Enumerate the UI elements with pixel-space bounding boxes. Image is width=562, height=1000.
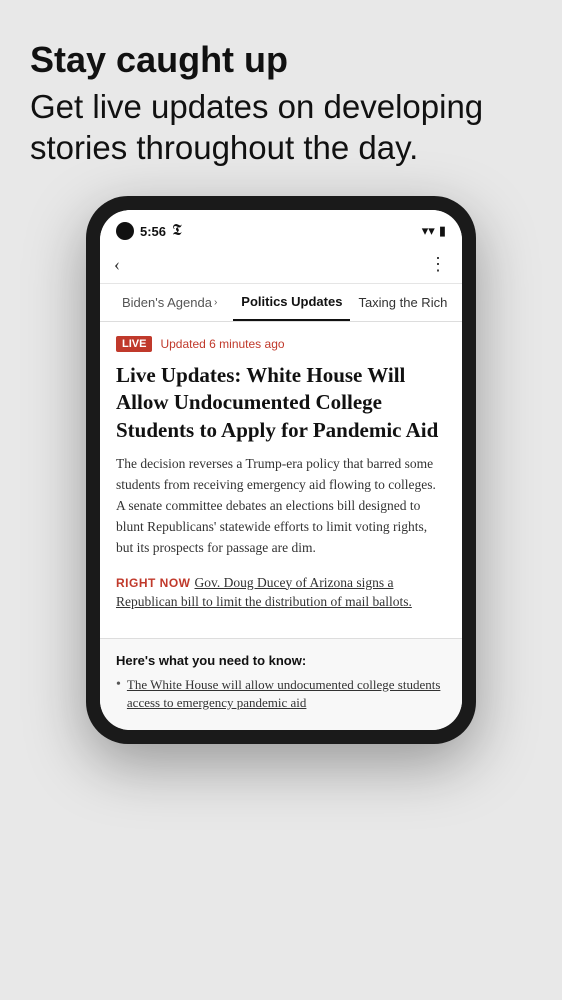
headline-subtitle: Get live updates on developing stories t… bbox=[30, 86, 532, 169]
tab-price[interactable]: $4 bbox=[455, 284, 462, 321]
tab-taxing-rich-label: Taxing the Rich bbox=[358, 295, 447, 310]
tab-politics-updates[interactable]: Politics Updates bbox=[233, 284, 350, 321]
article-body: The decision reverses a Trump-era policy… bbox=[116, 454, 446, 559]
live-badge-row: LIVE Updated 6 minutes ago bbox=[116, 336, 446, 352]
chevron-icon: › bbox=[214, 297, 217, 308]
wifi-icon: ▾▾ bbox=[422, 223, 435, 239]
status-dot bbox=[116, 222, 134, 240]
article-content: LIVE Updated 6 minutes ago Live Updates:… bbox=[100, 322, 462, 638]
updated-text: Updated 6 minutes ago bbox=[160, 337, 284, 351]
tab-politics-updates-label: Politics Updates bbox=[241, 294, 342, 309]
status-right: ▾▾ ▮ bbox=[422, 223, 446, 239]
article-headline[interactable]: Live Updates: White House Will Allow Und… bbox=[116, 362, 446, 444]
tab-bidens-agenda-label: Biden's Agenda bbox=[122, 295, 212, 310]
need-to-know-item-text[interactable]: The White House will allow undocumented … bbox=[127, 676, 446, 712]
battery-icon: ▮ bbox=[439, 223, 446, 239]
more-button[interactable]: ⋮ bbox=[429, 254, 448, 275]
nyt-logo-icon: 𝕿 bbox=[172, 222, 182, 240]
bullet-icon: • bbox=[116, 677, 121, 693]
phone-screen: 5:56 𝕿 ▾▾ ▮ ‹ ⋮ Biden's Agenda › bbox=[100, 210, 462, 730]
nav-bar: ‹ ⋮ bbox=[100, 248, 462, 284]
tab-bar: Biden's Agenda › Politics Updates Taxing… bbox=[100, 284, 462, 322]
back-button[interactable]: ‹ bbox=[114, 254, 120, 275]
status-left: 5:56 𝕿 bbox=[116, 222, 182, 240]
need-to-know-title: Here's what you need to know: bbox=[116, 653, 446, 668]
phone-frame: 5:56 𝕿 ▾▾ ▮ ‹ ⋮ Biden's Agenda › bbox=[86, 196, 476, 744]
right-now-label: RIGHT NOW bbox=[116, 576, 191, 590]
page-wrapper: Stay caught up Get live updates on devel… bbox=[0, 0, 562, 1000]
tab-bidens-agenda[interactable]: Biden's Agenda › bbox=[114, 284, 225, 321]
need-to-know-item: • The White House will allow undocumente… bbox=[116, 676, 446, 712]
tab-taxing-rich[interactable]: Taxing the Rich bbox=[350, 284, 455, 321]
status-time: 5:56 bbox=[140, 224, 166, 239]
live-badge: LIVE bbox=[116, 336, 152, 352]
headline-section: Stay caught up Get live updates on devel… bbox=[30, 40, 532, 168]
need-to-know-section: Here's what you need to know: • The Whit… bbox=[100, 638, 462, 730]
right-now-section: RIGHT NOW Gov. Doug Ducey of Arizona sig… bbox=[116, 573, 446, 612]
headline-title: Stay caught up bbox=[30, 40, 532, 80]
status-bar: 5:56 𝕿 ▾▾ ▮ bbox=[100, 210, 462, 248]
